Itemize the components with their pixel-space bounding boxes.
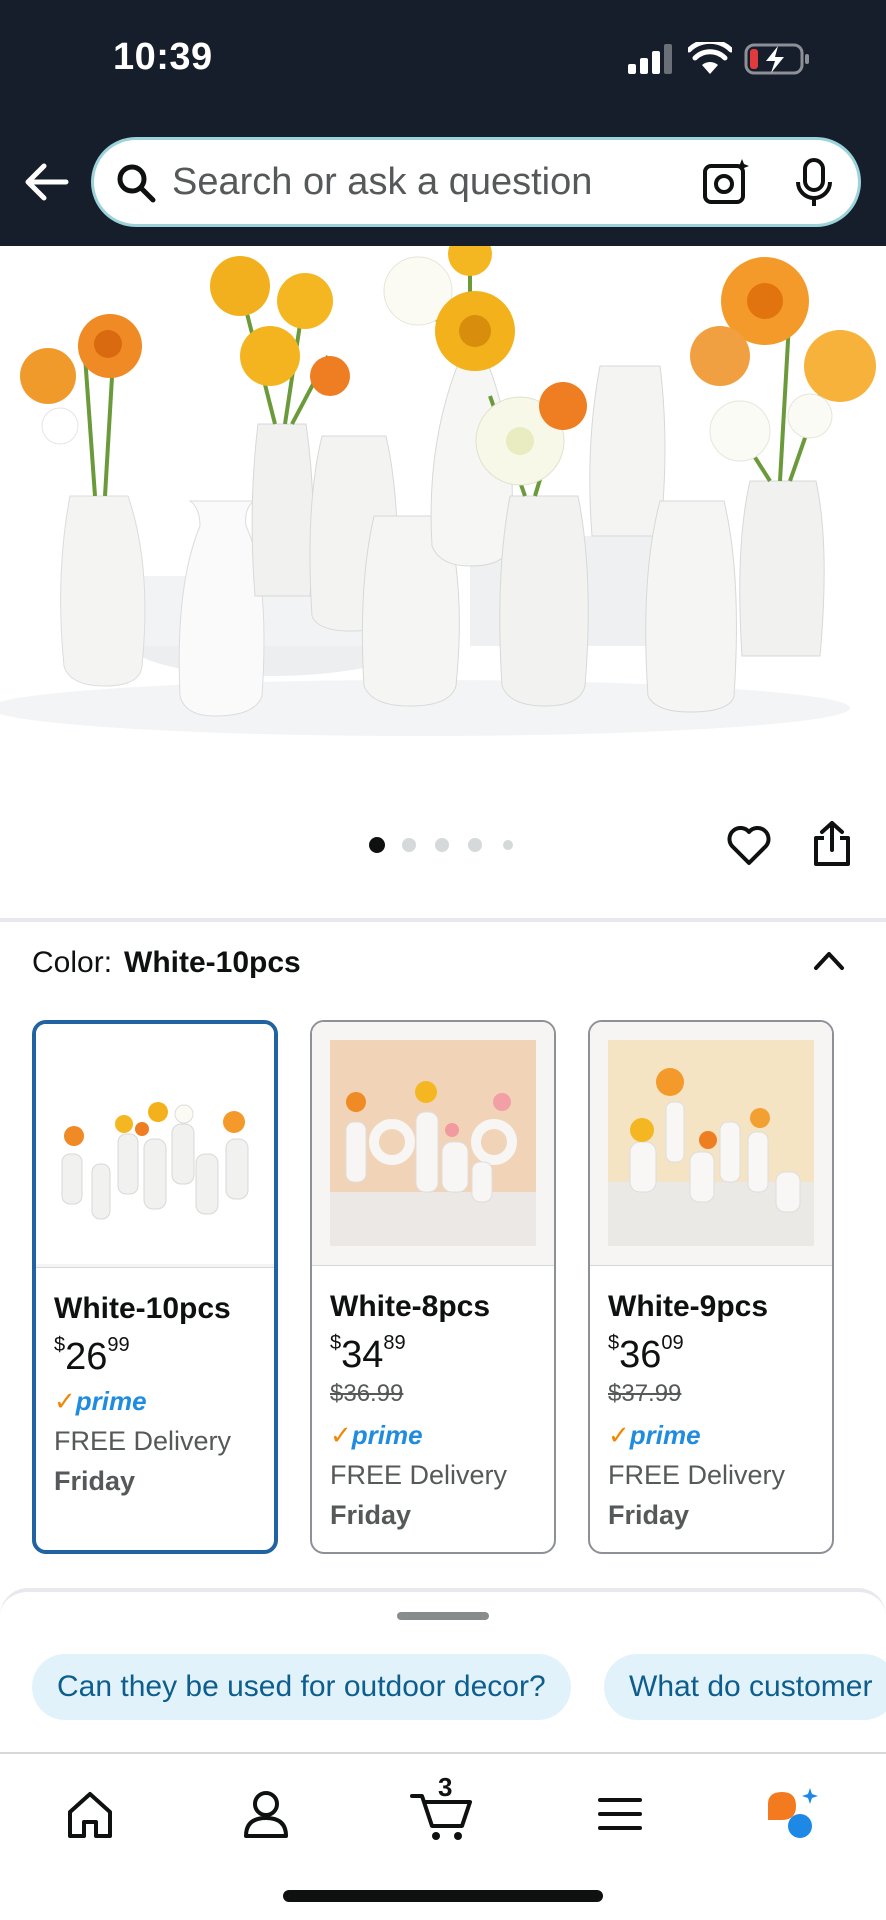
- color-label: Color:: [32, 946, 113, 979]
- back-arrow-icon[interactable]: [22, 160, 70, 204]
- home-icon[interactable]: [60, 1784, 120, 1844]
- search-placeholder: Search or ask a question: [172, 161, 593, 203]
- option-price: $3489: [330, 1332, 406, 1376]
- pager-dot[interactable]: [503, 840, 513, 850]
- color-option-card[interactable]: White-9pcs $3609 $37.99 ✓prime FREE Deli…: [588, 1020, 834, 1554]
- chevron-up-icon[interactable]: [812, 946, 846, 972]
- option-thumbnail: [590, 1022, 832, 1266]
- assistant-sheet[interactable]: Can they be used for outdoor decor? What…: [0, 1588, 886, 1754]
- color-value: White-10pcs: [124, 946, 301, 979]
- option-name: White-9pcs: [608, 1290, 769, 1323]
- suggestion-chip[interactable]: Can they be used for outdoor decor?: [32, 1654, 571, 1720]
- account-icon[interactable]: [236, 1784, 296, 1844]
- option-price: $3609: [608, 1332, 684, 1376]
- rufus-assistant-icon[interactable]: [762, 1784, 822, 1844]
- list-price: $36.99: [330, 1380, 404, 1407]
- camera-search-icon[interactable]: [702, 158, 750, 206]
- pager-dot[interactable]: [435, 838, 449, 852]
- section-divider: [0, 918, 886, 922]
- option-name: White-8pcs: [330, 1290, 491, 1323]
- microphone-icon[interactable]: [794, 158, 834, 208]
- delivery-text: FREE Delivery: [608, 1460, 786, 1490]
- battery-charging-icon: [744, 43, 809, 75]
- search-icon: [117, 164, 156, 203]
- product-page: 10:39 Search or ask a question Color: Wh…: [0, 0, 886, 1920]
- vases-photo: [0, 246, 876, 736]
- list-price: $37.99: [608, 1380, 682, 1407]
- option-name: White-10pcs: [54, 1292, 231, 1325]
- delivery-text: FREE Delivery: [54, 1426, 232, 1456]
- color-selector-heading: Color: White-10pcs: [32, 946, 301, 980]
- color-option-card[interactable]: White-8pcs $3489 $36.99 ✓prime FREE Deli…: [310, 1020, 556, 1554]
- search-bar[interactable]: Search or ask a question: [91, 137, 861, 227]
- pager-dot[interactable]: [402, 838, 416, 852]
- prime-badge: ✓prime: [54, 1386, 147, 1416]
- suggestion-chip[interactable]: What do customer: [604, 1654, 886, 1720]
- pager-dot[interactable]: [468, 838, 482, 852]
- cart-count-badge: 3: [438, 1772, 453, 1802]
- product-image[interactable]: [0, 246, 886, 806]
- share-icon[interactable]: [812, 820, 852, 868]
- delivery-day: Friday: [54, 1466, 136, 1496]
- heart-icon[interactable]: [726, 822, 772, 868]
- header: 10:39 Search or ask a question: [0, 0, 886, 246]
- delivery-day: Friday: [330, 1500, 412, 1530]
- menu-icon[interactable]: [590, 1784, 650, 1844]
- prime-badge: ✓prime: [608, 1420, 701, 1450]
- pager-dot-active[interactable]: [369, 837, 385, 853]
- prime-badge: ✓prime: [330, 1420, 423, 1450]
- option-thumbnail: [312, 1022, 554, 1266]
- cellular-signal-icon: [628, 44, 672, 74]
- delivery-day: Friday: [608, 1500, 690, 1530]
- wifi-icon: [688, 42, 732, 74]
- option-price: $2699: [54, 1334, 130, 1378]
- home-indicator: [283, 1890, 603, 1902]
- status-time: 10:39: [113, 36, 213, 78]
- delivery-text: FREE Delivery: [330, 1460, 508, 1490]
- option-thumbnail: [36, 1024, 274, 1268]
- sheet-drag-handle[interactable]: [397, 1612, 489, 1620]
- cart-tab[interactable]: 3: [410, 1772, 474, 1844]
- color-option-card[interactable]: White-10pcs $2699 ✓prime FREE Delivery F…: [32, 1020, 278, 1554]
